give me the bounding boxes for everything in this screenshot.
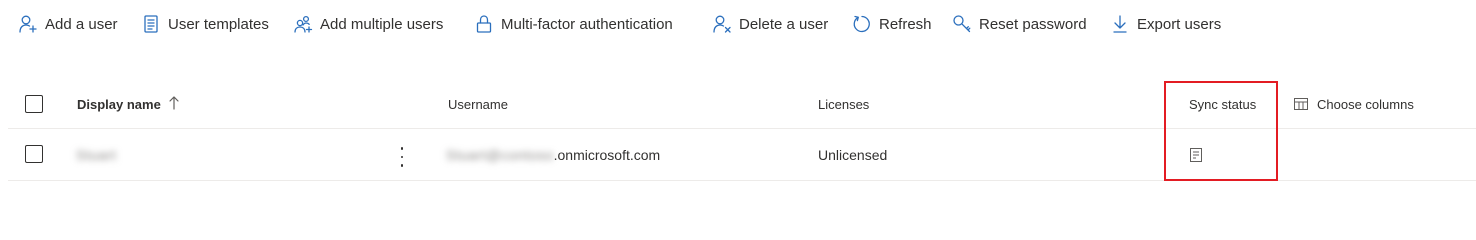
key-icon: [953, 15, 971, 33]
person-delete-icon: [713, 15, 731, 33]
row-select-checkbox[interactable]: [25, 145, 43, 163]
export-users-button[interactable]: Export users: [1110, 10, 1221, 38]
reset-password-label: Reset password: [979, 15, 1087, 33]
download-icon: [1113, 15, 1127, 33]
command-bar: Add a user User templates Add multiple u…: [0, 0, 1476, 48]
display-name-header-label: Display name: [77, 96, 161, 112]
reset-password-button[interactable]: Reset password: [952, 10, 1087, 38]
export-users-label: Export users: [1137, 15, 1222, 33]
username-header-label: Username: [448, 96, 508, 112]
column-options-icon: [1294, 98, 1308, 110]
refresh-label: Refresh: [879, 15, 932, 33]
lock-icon: [476, 15, 492, 33]
delete-user-label: Delete a user: [739, 15, 829, 33]
mfa-label: Multi-factor authentication: [501, 15, 673, 33]
display-name-value: Stuart: [76, 146, 117, 163]
document-list-icon: [144, 15, 158, 33]
more-icon-dot-1: [400, 147, 404, 150]
choose-columns-button[interactable]: Choose columns: [1294, 80, 1414, 128]
delete-user-button[interactable]: Delete a user: [712, 10, 828, 38]
table-row[interactable]: Stuart Stuart@contoso .onmicrosoft.com U…: [8, 129, 1476, 181]
refresh-icon: [853, 15, 870, 33]
refresh-button[interactable]: Refresh: [852, 10, 932, 38]
licenses-cell: Unlicensed: [818, 129, 887, 180]
add-multiple-users-button[interactable]: Add multiple users: [293, 10, 443, 38]
sync-status-cell: [1190, 129, 1202, 180]
username-domain-value: .onmicrosoft.com: [553, 146, 661, 163]
licenses-header-label: Licenses: [818, 96, 870, 112]
user-templates-button[interactable]: User templates: [141, 10, 269, 38]
table-header-row: Display name Username Licenses Sync stat…: [8, 80, 1476, 129]
user-templates-label: User templates: [168, 15, 269, 33]
username-prefix-value: Stuart@contoso: [446, 146, 554, 163]
choose-columns-label: Choose columns: [1317, 96, 1414, 112]
licenses-value: Unlicensed: [818, 146, 888, 163]
cloud-sync-icon: [1190, 147, 1202, 162]
add-user-button[interactable]: Add a user: [18, 10, 118, 38]
person-add-icon: [19, 15, 37, 33]
column-header-licenses[interactable]: Licenses: [818, 80, 869, 128]
sync-status-header-label: Sync status: [1189, 96, 1257, 112]
select-all-checkbox[interactable]: [25, 95, 43, 113]
add-multiple-users-label: Add multiple users: [320, 15, 444, 33]
mfa-button[interactable]: Multi-factor authentication: [474, 10, 673, 38]
username-cell: Stuart@contoso .onmicrosoft.com: [446, 129, 660, 180]
sort-ascending-icon: [161, 95, 180, 113]
column-header-sync-status[interactable]: Sync status: [1189, 80, 1256, 128]
column-header-username[interactable]: Username: [448, 80, 508, 128]
more-actions-button[interactable]: [396, 147, 408, 167]
more-icon-dot-3: [400, 164, 404, 167]
people-add-icon: [294, 15, 313, 33]
column-header-display-name[interactable]: Display name: [77, 80, 180, 128]
add-user-label: Add a user: [45, 15, 118, 33]
more-icon-dot-2: [400, 155, 404, 159]
display-name-cell[interactable]: Stuart: [76, 129, 116, 180]
